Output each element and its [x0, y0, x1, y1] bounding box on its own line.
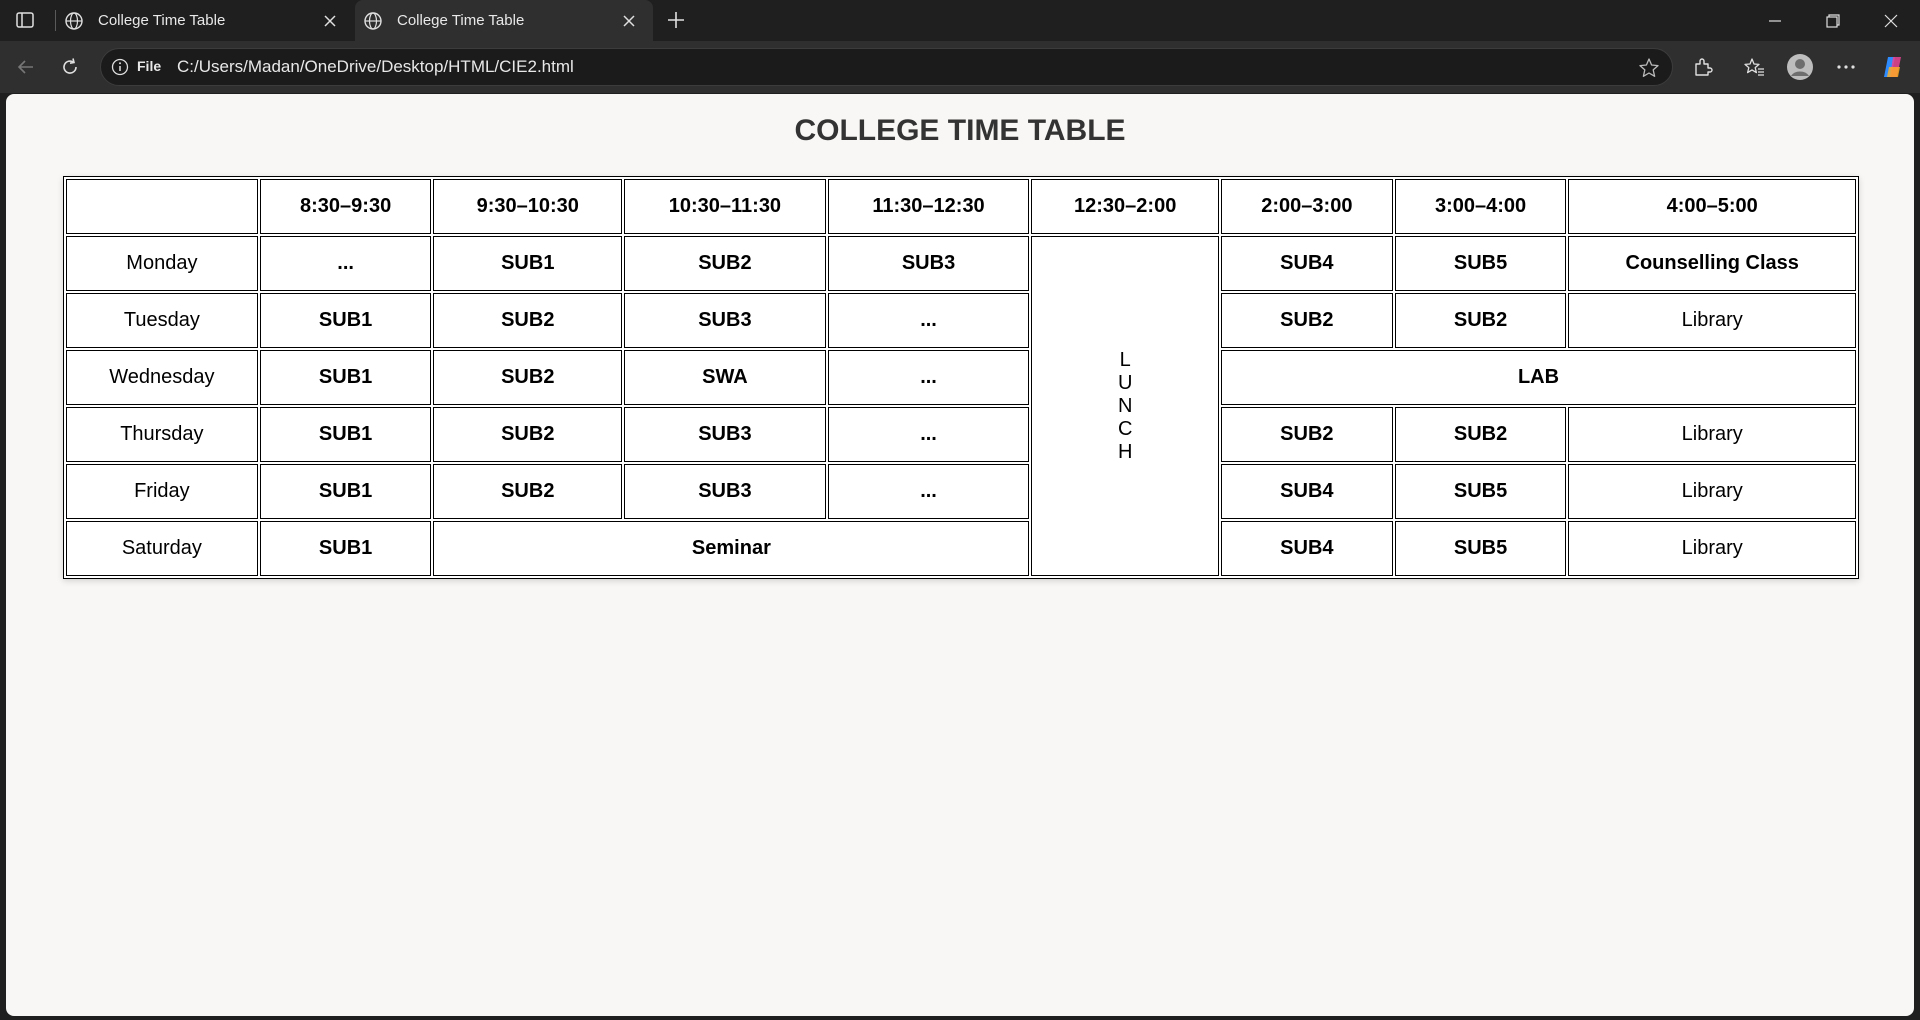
period-cell: SUB2 [433, 464, 623, 519]
day-cell: Saturday [66, 521, 258, 576]
url-text[interactable]: C:/Users/Madan/OneDrive/Desktop/HTML/CIE… [177, 57, 574, 77]
period-cell: ... [827, 464, 1030, 519]
tab-title: College Time Table [98, 12, 226, 29]
page-viewport: COLLEGE TIME TABLE 8:30–9:30 9:30–10:30 … [6, 94, 1914, 1016]
day-cell: Monday [66, 236, 258, 291]
info-icon[interactable] [111, 58, 129, 76]
close-tab-icon[interactable] [320, 11, 340, 31]
period-cell: SUB5 [1394, 464, 1567, 519]
period-cell: SUB1 [259, 464, 432, 519]
table-row-friday: Friday SUB1 SUB2 SUB3 ... SUB4 SUB5 Libr… [66, 464, 1856, 519]
header-time-slot: 12:30–2:00 [1031, 179, 1220, 234]
restore-icon[interactable] [1804, 0, 1862, 41]
period-cell: SUB2 [1394, 407, 1567, 462]
header-time-slot: 3:00–4:00 [1394, 179, 1567, 234]
header-time-slot: 8:30–9:30 [259, 179, 432, 234]
refresh-icon[interactable] [56, 53, 84, 81]
period-cell: SUB2 [433, 350, 623, 405]
day-cell: Friday [66, 464, 258, 519]
period-cell: SUB3 [624, 293, 826, 348]
period-cell: Counselling Class [1568, 236, 1856, 291]
copilot-icon[interactable] [1879, 53, 1907, 81]
lunch-letter: C [1117, 417, 1133, 440]
period-cell: SUB1 [259, 293, 432, 348]
tab-strip: College Time Table College Time Table [0, 0, 1920, 41]
period-cell: SUB3 [827, 236, 1030, 291]
day-cell: Thursday [66, 407, 258, 462]
table-row-saturday: Saturday SUB1 Seminar SUB4 SUB5 Library [66, 521, 1856, 576]
time-table: 8:30–9:30 9:30–10:30 10:30–11:30 11:30–1… [63, 176, 1859, 579]
period-cell: SUB4 [1221, 521, 1393, 576]
period-cell: SUB1 [259, 521, 432, 576]
period-cell: SWA [624, 350, 826, 405]
back-icon[interactable] [12, 53, 40, 81]
header-time-slot: 4:00–5:00 [1568, 179, 1856, 234]
period-cell: SUB2 [624, 236, 826, 291]
tab-title: College Time Table [397, 12, 525, 29]
file-scheme-label: File [137, 58, 162, 74]
lunch-letter: L [1119, 348, 1131, 371]
period-cell: SUB1 [433, 236, 623, 291]
period-cell: Library [1568, 464, 1856, 519]
address-bar[interactable]: File C:/Users/Madan/OneDrive/Desktop/HTM… [100, 48, 1673, 86]
period-cell: ... [827, 407, 1030, 462]
header-corner [66, 179, 258, 234]
globe-icon [64, 11, 84, 31]
period-cell: ... [827, 293, 1030, 348]
period-cell: SUB1 [259, 407, 432, 462]
table-row-monday: Monday ... SUB1 SUB2 SUB3 L U N C H SUB4… [66, 236, 1856, 576]
period-cell: Library [1568, 407, 1856, 462]
period-cell: SUB2 [433, 407, 623, 462]
day-cell: Tuesday [66, 293, 258, 348]
period-cell: SUB2 [1221, 407, 1393, 462]
favorites-icon[interactable] [1740, 53, 1768, 81]
period-cell: SUB4 [1221, 464, 1393, 519]
browser-toolbar: File C:/Users/Madan/OneDrive/Desktop/HTM… [0, 41, 1920, 93]
period-cell: ... [259, 236, 432, 291]
header-time-slot: 11:30–12:30 [827, 179, 1030, 234]
period-cell: SUB2 [1394, 293, 1567, 348]
table-row-wednesday: Wednesday SUB1 SUB2 SWA ... LAB [66, 350, 1856, 405]
period-cell: SUB2 [1221, 293, 1393, 348]
lunch-letter: N [1117, 394, 1133, 417]
header-time-slot: 2:00–3:00 [1221, 179, 1393, 234]
lunch-letter: U [1117, 371, 1133, 394]
favorite-star-icon[interactable] [1638, 57, 1660, 79]
table-row-tuesday: Tuesday SUB1 SUB2 SUB3 ... SUB2 SUB2 Lib… [66, 293, 1856, 348]
period-cell: SUB3 [624, 464, 826, 519]
lab-cell: LAB [1221, 350, 1856, 405]
new-tab-icon[interactable] [664, 8, 688, 32]
profile-avatar-icon[interactable] [1785, 52, 1815, 82]
period-cell: SUB5 [1394, 521, 1567, 576]
period-cell: SUB4 [1221, 236, 1393, 291]
header-time-slot: 9:30–10:30 [433, 179, 623, 234]
seminar-cell: Seminar [433, 521, 1030, 576]
tab-college-time-table-1[interactable]: College Time Table [56, 0, 354, 41]
lunch-cell: L U N C H [1031, 236, 1220, 576]
close-window-icon[interactable] [1862, 0, 1920, 41]
period-cell: ... [827, 350, 1030, 405]
day-cell: Wednesday [66, 350, 258, 405]
period-cell: SUB2 [433, 293, 623, 348]
period-cell: SUB3 [624, 407, 826, 462]
period-cell: SUB5 [1394, 236, 1567, 291]
globe-icon [363, 11, 383, 31]
tab-college-time-table-2[interactable]: College Time Table [355, 0, 653, 41]
minimize-icon[interactable] [1746, 0, 1804, 41]
period-cell: Library [1568, 521, 1856, 576]
extensions-icon[interactable] [1689, 53, 1717, 81]
header-time-slot: 10:30–11:30 [624, 179, 826, 234]
table-row-thursday: Thursday SUB1 SUB2 SUB3 ... SUB2 SUB2 Li… [66, 407, 1856, 462]
more-options-icon[interactable] [1832, 53, 1860, 81]
close-tab-icon[interactable] [619, 11, 639, 31]
page-title: COLLEGE TIME TABLE [794, 114, 1126, 147]
period-cell: Library [1568, 293, 1856, 348]
lunch-letter: H [1117, 440, 1133, 463]
header-row: 8:30–9:30 9:30–10:30 10:30–11:30 11:30–1… [66, 179, 1856, 234]
period-cell: SUB1 [259, 350, 432, 405]
tab-actions-icon[interactable] [10, 8, 40, 32]
